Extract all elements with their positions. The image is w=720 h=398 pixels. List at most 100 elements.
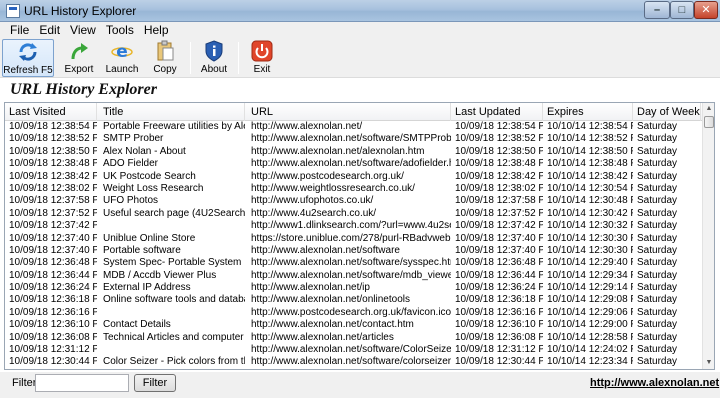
status-bar: Filter Filter http://www.alexnolan.net xyxy=(0,372,720,398)
expires-cell: 10/10/14 12:30:30 PM xyxy=(547,232,633,244)
title-cell: MDB / Accdb Viewer Plus xyxy=(103,269,217,281)
expires-cell: 10/10/14 12:38:48 PM xyxy=(547,158,633,170)
table-row[interactable]: 10/09/18 12:36:08 PM Technical Articles a… xyxy=(5,332,702,344)
filter-input[interactable] xyxy=(35,374,129,392)
column-header-title[interactable]: Title xyxy=(99,103,245,121)
exit-button[interactable]: Exit xyxy=(246,39,278,77)
day-of-week-cell: Saturday xyxy=(637,244,678,256)
title-cell: Color Seizer - Pick colors from the scr.… xyxy=(103,356,245,368)
copy-button[interactable]: Copy xyxy=(148,39,182,77)
url-cell: http://www.alexnolan.net/software/adofie… xyxy=(251,158,451,170)
expires-cell: 10/10/14 12:30:54 PM xyxy=(547,182,633,194)
shield-icon xyxy=(205,40,223,62)
menu-tools[interactable]: Tools xyxy=(101,22,139,37)
day-of-week-cell: Saturday xyxy=(637,331,678,343)
maximize-button[interactable]: □ xyxy=(670,1,694,19)
expires-cell: 10/10/14 12:38:42 PM xyxy=(547,170,633,182)
table-row[interactable]: 10/09/18 12:38:54 PM Portable Freeware ut… xyxy=(5,121,702,133)
close-button[interactable]: ✕ xyxy=(694,1,718,19)
vertical-scrollbar[interactable]: ▲ ▼ xyxy=(702,103,714,369)
table-header: Last Visited Title URL Last Updated Expi… xyxy=(5,103,702,121)
history-table[interactable]: Last Visited Title URL Last Updated Expi… xyxy=(4,102,715,370)
last-updated-cell: 10/09/18 12:37:52 PM xyxy=(455,207,543,219)
last-visited-cell: 10/09/18 12:36:08 PM xyxy=(9,331,97,343)
title-cell: Online software tools and databases xyxy=(103,294,245,306)
expires-cell: 10/10/14 12:29:40 PM xyxy=(547,257,633,269)
column-header-last-visited[interactable]: Last Visited xyxy=(5,103,97,121)
url-cell: http://www.alexnolan.net/software/ColorS… xyxy=(251,344,451,356)
title-cell: SMTP Prober xyxy=(103,133,164,145)
refresh-button[interactable]: Refresh F5 xyxy=(2,39,54,77)
export-button[interactable]: Export xyxy=(60,39,98,77)
expires-cell: 10/10/14 12:38:54 PM xyxy=(547,121,633,132)
table-row[interactable]: 10/09/18 12:38:42 PM UK Postcode Search ht… xyxy=(5,171,702,183)
website-link[interactable]: http://www.alexnolan.net xyxy=(590,377,719,389)
expires-cell: 10/10/14 12:29:34 PM xyxy=(547,269,633,281)
table-row[interactable]: 10/09/18 12:37:58 PM UFO Photos http://www… xyxy=(5,195,702,207)
title-cell: UFO Photos xyxy=(103,195,159,207)
table-row[interactable]: 10/09/18 12:36:18 PM Online software tool… xyxy=(5,294,702,306)
table-row[interactable]: 10/09/18 12:31:12 PM http://www.alexnolan… xyxy=(5,344,702,356)
url-cell: http://www.ufophotos.co.uk/ xyxy=(251,195,374,207)
table-row[interactable]: 10/09/18 12:38:50 PM Alex Nolan - About ht… xyxy=(5,146,702,158)
svg-text:e: e xyxy=(116,42,128,62)
table-row[interactable]: 10/09/18 12:36:48 PM System Spec- Portabl… xyxy=(5,257,702,269)
last-visited-cell: 10/09/18 12:37:40 PM xyxy=(9,232,97,244)
url-cell: http://www.4u2search.co.uk/ xyxy=(251,207,377,219)
last-updated-cell: 10/09/18 12:36:08 PM xyxy=(455,331,543,343)
last-visited-cell: 10/09/18 12:38:42 PM xyxy=(9,170,97,182)
expires-cell: 10/10/14 12:28:58 PM xyxy=(547,331,633,343)
launch-label: Launch xyxy=(105,64,139,75)
menu-help[interactable]: Help xyxy=(139,22,174,37)
column-header-expires[interactable]: Expires xyxy=(543,103,633,121)
power-icon xyxy=(251,40,273,62)
table-row[interactable]: 10/09/18 12:37:42 PM http://www1.dlinksea… xyxy=(5,220,702,232)
last-visited-cell: 10/09/18 12:36:24 PM xyxy=(9,282,97,294)
day-of-week-cell: Saturday xyxy=(637,170,678,182)
menu-view[interactable]: View xyxy=(65,22,101,37)
table-row[interactable]: 10/09/18 12:36:16 PM http://www.postcodes… xyxy=(5,307,702,319)
scroll-up-icon[interactable]: ▲ xyxy=(703,103,714,115)
filter-button[interactable]: Filter xyxy=(134,374,176,392)
last-visited-cell: 10/09/18 12:36:16 PM xyxy=(9,306,97,318)
table-row[interactable]: 10/09/18 12:38:52 PM SMTP Prober http://ww… xyxy=(5,133,702,145)
day-of-week-cell: Saturday xyxy=(637,182,678,194)
last-visited-cell: 10/09/18 12:37:58 PM xyxy=(9,195,97,207)
table-row[interactable]: 10/09/18 12:37:40 PM Uniblue Online Store… xyxy=(5,233,702,245)
title-cell: Useful search page (4U2Search), xyxy=(103,207,245,219)
day-of-week-cell: Saturday xyxy=(637,207,678,219)
exit-label: Exit xyxy=(253,64,271,75)
menu-file[interactable]: File xyxy=(0,22,34,37)
scrollbar-thumb[interactable] xyxy=(704,116,714,128)
about-button[interactable]: About xyxy=(196,39,232,77)
table-row[interactable]: 10/09/18 12:37:40 PM Portable software htt… xyxy=(5,245,702,257)
column-header-day-of-week[interactable]: Day of Week xyxy=(633,103,701,121)
url-cell: http://www.alexnolan.net/articles xyxy=(251,331,394,343)
table-row[interactable]: 10/09/18 12:37:52 PM Useful search page (… xyxy=(5,208,702,220)
scroll-down-icon[interactable]: ▼ xyxy=(703,357,714,369)
title-bar: URL History Explorer – □ ✕ xyxy=(0,0,720,22)
day-of-week-cell: Saturday xyxy=(637,121,678,132)
last-updated-cell: 10/09/18 12:37:40 PM xyxy=(455,244,543,256)
minimize-button[interactable]: – xyxy=(644,1,670,19)
table-row[interactable]: 10/09/18 12:30:44 PM Color Seizer - Pick … xyxy=(5,356,702,368)
table-row[interactable]: 10/09/18 12:38:02 PM Weight Loss Research… xyxy=(5,183,702,195)
day-of-week-cell: Saturday xyxy=(637,158,678,170)
column-header-last-updated[interactable]: Last Updated xyxy=(451,103,543,121)
last-updated-cell: 10/09/18 12:38:48 PM xyxy=(455,158,543,170)
table-row[interactable]: 10/09/18 12:38:48 PM ADO Fielder http://ww… xyxy=(5,158,702,170)
launch-button[interactable]: e Launch xyxy=(104,39,140,77)
title-cell: Portable Freeware utilities by Alex Nola… xyxy=(103,121,245,132)
url-cell: http://www.alexnolan.net/ xyxy=(251,121,363,132)
day-of-week-cell: Saturday xyxy=(637,220,678,232)
menu-bar: File Edit View Tools Help xyxy=(0,22,720,38)
table-row[interactable]: 10/09/18 12:36:24 PM External IP Address h… xyxy=(5,282,702,294)
last-updated-cell: 10/09/18 12:30:44 PM xyxy=(455,356,543,368)
window-title: URL History Explorer xyxy=(24,4,137,18)
url-cell: http://www.alexnolan.net/software/SMTPPr… xyxy=(251,133,451,145)
last-visited-cell: 10/09/18 12:38:50 PM xyxy=(9,145,97,157)
column-header-url[interactable]: URL xyxy=(247,103,451,121)
table-row[interactable]: 10/09/18 12:36:10 PM Contact Details http:… xyxy=(5,319,702,331)
table-row[interactable]: 10/09/18 12:36:44 PM MDB / Accdb Viewer P… xyxy=(5,270,702,282)
menu-edit[interactable]: Edit xyxy=(34,22,65,37)
